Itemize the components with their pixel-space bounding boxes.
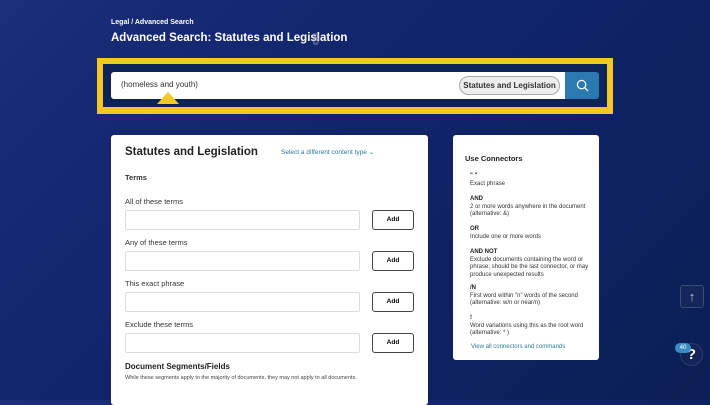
connector-desc: Exclude documents containing the word or… xyxy=(470,256,589,278)
pointer-arrow xyxy=(157,92,179,104)
connector-desc: Exact phrase xyxy=(470,180,506,187)
field-label: Exclude these terms xyxy=(125,320,193,329)
connector-op: " " xyxy=(470,173,478,179)
breadcrumb[interactable]: Legal / Advanced Search xyxy=(111,19,194,26)
add-exclude-terms-button[interactable]: Add xyxy=(372,333,414,353)
select-link-label: Select a different content type xyxy=(281,149,367,156)
segments-heading: Document Segments/Fields xyxy=(125,362,230,371)
connector-item: " " Exact phrase xyxy=(470,173,592,188)
connectors-heading: Use Connectors xyxy=(465,154,523,163)
connector-op: /N xyxy=(470,285,476,291)
search-input[interactable] xyxy=(121,80,451,89)
exact-phrase-input[interactable] xyxy=(125,292,360,312)
search-icon xyxy=(576,79,588,92)
connector-item: /N First word within "n" words of the sec… xyxy=(470,285,592,308)
terms-heading: Terms xyxy=(125,173,147,182)
connector-op: OR xyxy=(470,226,479,232)
connector-item: AND 2 or more words anywhere in the docum… xyxy=(470,196,592,219)
form-heading: Statutes and Legislation xyxy=(125,146,258,158)
connector-op: ! xyxy=(470,315,472,321)
segments-note: While these segments apply to the majori… xyxy=(125,375,357,381)
connector-desc: Word variations using this as the root w… xyxy=(470,322,584,337)
connector-item: AND NOT Exclude documents containing the … xyxy=(470,249,592,279)
add-exact-phrase-button[interactable]: Add xyxy=(372,292,414,312)
connector-item: OR Include one or more words xyxy=(470,226,592,241)
select-content-type-link[interactable]: Select a different content type ⌄ xyxy=(281,148,374,156)
help-badge: 40 xyxy=(675,343,691,353)
exclude-terms-input[interactable] xyxy=(125,333,360,353)
connector-item: ! Word variations using this as the root … xyxy=(470,315,592,338)
all-terms-input[interactable] xyxy=(125,210,360,230)
view-all-connectors-link[interactable]: View all connectors and commands xyxy=(471,344,565,350)
search-button[interactable] xyxy=(565,72,599,99)
connector-op: AND NOT xyxy=(470,249,498,255)
connector-desc: Include one or more words xyxy=(470,233,542,240)
connector-op: AND xyxy=(470,196,483,202)
add-all-terms-button[interactable]: Add xyxy=(372,210,414,230)
connector-desc: 2 or more words anywhere in the document… xyxy=(470,203,586,218)
back-to-top-button[interactable]: ↑ xyxy=(680,285,704,308)
content-type-chip[interactable]: Statutes and Legislation xyxy=(459,76,560,95)
any-terms-input[interactable] xyxy=(125,251,360,271)
add-any-terms-button[interactable]: Add xyxy=(372,251,414,271)
field-label: This exact phrase xyxy=(125,279,185,288)
arrow-up-icon: ↑ xyxy=(688,289,696,304)
connector-desc: First word within "n" words of the secon… xyxy=(470,292,578,307)
advanced-search-form: Statutes and Legislation Select a differ… xyxy=(111,135,428,405)
chevron-down-icon: ⌄ xyxy=(368,149,375,156)
field-label: Any of these terms xyxy=(125,238,188,247)
connectors-panel: Use Connectors " " Exact phrase AND 2 or m… xyxy=(453,135,599,360)
field-label: All of these terms xyxy=(125,197,183,206)
